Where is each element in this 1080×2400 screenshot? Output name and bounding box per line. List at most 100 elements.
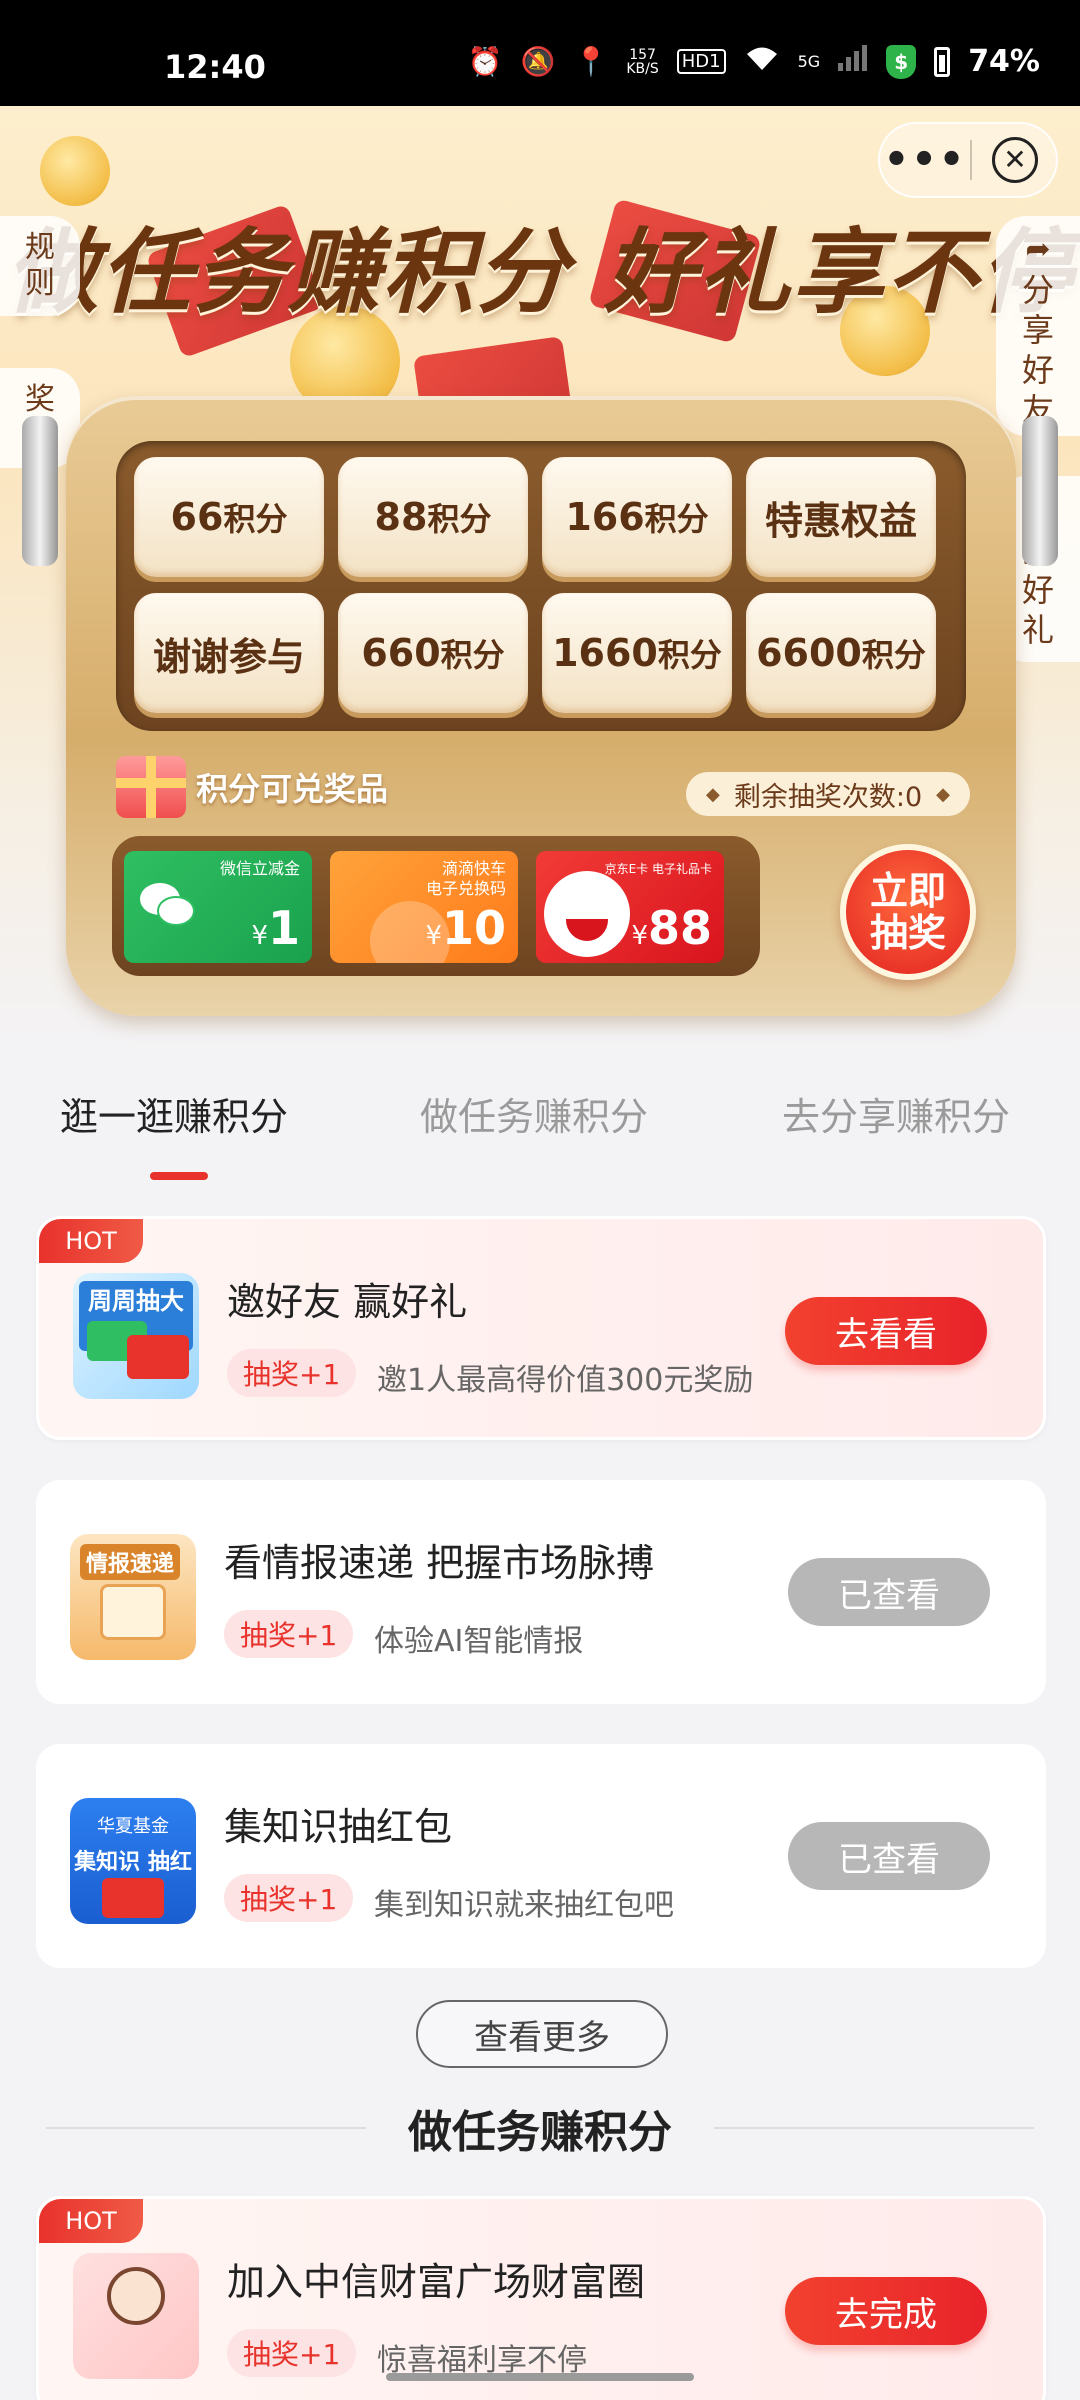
image-decoration xyxy=(107,2267,165,2325)
tab-active-indicator xyxy=(150,1172,208,1180)
coin-decoration xyxy=(40,136,110,206)
net-speed: 157 KB/S xyxy=(626,48,658,76)
remaining-draws-text: 剩余抽奖次数:0 xyxy=(733,781,923,813)
battery-percent: 74% xyxy=(968,44,1040,79)
wifi-icon xyxy=(744,44,780,79)
jd-mascot-icon xyxy=(544,871,630,957)
draw-bonus-tag: 抽奖+1 xyxy=(227,2329,357,2377)
machine-knob-left xyxy=(22,416,58,566)
tab-tasks[interactable]: 做任务赚积分 xyxy=(420,1086,648,1141)
close-icon[interactable]: ✕ xyxy=(992,137,1038,183)
task-title: 邀好友 赢好礼 xyxy=(227,1280,468,1324)
image-caption: 华夏基金 xyxy=(97,1816,169,1837)
task-title: 加入中信财富广场财富圈 xyxy=(227,2260,646,2304)
prize-cell-unit: 积分 xyxy=(644,500,709,538)
share-friends-label: 分享好友 xyxy=(1021,271,1054,429)
hot-badge: HOT xyxy=(39,1219,143,1263)
redeem-row[interactable]: 积分可兑奖品 xyxy=(116,756,388,818)
image-decoration xyxy=(127,1335,189,1379)
draw-bonus-tag: 抽奖+1 xyxy=(224,1874,354,1922)
signal-5g: 5G xyxy=(797,52,821,71)
viewed-button[interactable]: 已查看 xyxy=(788,1822,990,1890)
share-friends-tab[interactable]: ➦ 分享好友 xyxy=(996,216,1080,436)
task-card: 华夏基金 集知识 抽红包 集知识抽红包 抽奖+1 集到知识就来抽红包吧 已查看 xyxy=(36,1744,1046,1968)
section-title: 做任务赚积分 xyxy=(408,2107,672,2158)
task-card: 情报速递 看情报速递 把握市场脉搏 抽奖+1 体验AI智能情报 已查看 xyxy=(36,1480,1046,1704)
net-speed-unit: KB/S xyxy=(626,60,659,77)
alarm-icon: ⏰ xyxy=(467,45,503,78)
prize-amount: 88 xyxy=(647,901,712,955)
view-more-button[interactable]: 查看更多 xyxy=(416,2000,668,2068)
prize-cell-value: 6600 xyxy=(756,631,862,675)
tab-share[interactable]: 去分享赚积分 xyxy=(782,1086,1010,1141)
task-description: 体验AI智能情报 xyxy=(374,1624,584,1659)
prize-amount: 10 xyxy=(441,901,506,955)
task-card: HOT 加入中信财富广场财富圈 抽奖+1 惊喜福利享不停 去完成 xyxy=(36,2196,1046,2400)
prize-cell: 660 积分 xyxy=(338,593,528,713)
prize-cell-value: 谢谢参与 xyxy=(152,634,305,679)
bolt-icon: ◆ xyxy=(936,783,950,805)
hero-banner: 做任务赚积分 好礼享不停 ••• ✕ 规则 奖品 ➦ 分享好友 兑换好礼 66积… xyxy=(0,106,1080,1066)
prize-cell: 66 积分 xyxy=(134,457,324,577)
prize-cell: 1660 积分 xyxy=(542,593,732,713)
currency-symbol: ¥ xyxy=(631,921,648,951)
status-time: 12:40 xyxy=(164,48,266,86)
task-card: HOT 周周抽大奖 邀好友 赢好礼 抽奖+1 邀1人最高得价值300元奖励 去看… xyxy=(36,1216,1046,1440)
go-complete-button[interactable]: 去完成 xyxy=(785,2277,987,2345)
prize-card-title: 京东E卡 电子礼品卡 xyxy=(604,862,712,876)
home-indicator[interactable] xyxy=(386,2373,694,2381)
battery-icon xyxy=(934,46,951,77)
prize-cell-value: 1660 xyxy=(552,631,658,675)
security-shield-icon: $ xyxy=(886,44,917,79)
mini-program-capsule: ••• ✕ xyxy=(878,122,1058,198)
wechat-voucher-card[interactable]: 微信立减金 ¥1 xyxy=(124,851,312,963)
weekly-draw-image: 周周抽大奖 xyxy=(73,1273,199,1399)
prize-cell: 6600 积分 xyxy=(746,593,936,713)
tab-browse[interactable]: 逛一逛赚积分 xyxy=(60,1086,288,1141)
image-decoration xyxy=(102,1878,164,1918)
capsule-divider xyxy=(970,140,972,180)
rules-tab[interactable]: 规则 xyxy=(0,216,80,316)
prize-card-value: ¥10 xyxy=(425,901,506,955)
prize-grid: 66 积分 88 积分 166 积分 特惠权益 谢谢参与 660 积分 1660 积分 6… xyxy=(134,457,936,713)
prize-cell-unit: 积分 xyxy=(223,500,288,538)
task-tabs: 逛一逛赚积分 做任务赚积分 去分享赚积分 xyxy=(0,1072,1080,1182)
draw-now-button[interactable]: 立即 抽奖 xyxy=(840,844,976,980)
redeem-label: 积分可兑奖品 xyxy=(196,770,389,808)
prize-showcase: 微信立减金 ¥1 滴滴快车 电子兑换码 ¥10 京东E卡 电子礼品卡 ¥88 xyxy=(112,836,760,976)
prize-cell-value: 660 xyxy=(361,631,441,675)
prize-cell-value: 166 xyxy=(565,495,645,539)
go-view-button[interactable]: 去看看 xyxy=(785,1297,987,1365)
currency-symbol: ¥ xyxy=(425,921,442,951)
share-icon: ➦ xyxy=(1025,232,1051,267)
prize-cell-value: 66 xyxy=(170,495,224,539)
draw-bonus-tag: 抽奖+1 xyxy=(227,1349,357,1397)
prize-cell: 166 积分 xyxy=(542,457,732,577)
prize-cell-value: 88 xyxy=(374,495,428,539)
gift-icon xyxy=(116,756,186,818)
rules-label: 规则 xyxy=(25,230,55,301)
draw-bonus-tag: 抽奖+1 xyxy=(224,1610,354,1658)
wealth-circle-image xyxy=(73,2253,199,2379)
prize-cell-unit: 积分 xyxy=(657,636,722,674)
status-bar: 12:40 ⏰ 🔕 📍 157 KB/S HD1 5G $ 74% xyxy=(0,0,1080,106)
task-title: 看情报速递 把握市场脉搏 xyxy=(224,1541,655,1585)
intel-express-image: 情报速递 xyxy=(70,1534,196,1660)
viewed-button[interactable]: 已查看 xyxy=(788,1558,990,1626)
prize-card-title: 微信立减金 xyxy=(219,859,300,878)
location-icon: 📍 xyxy=(573,45,609,78)
prize-grid-panel: 66 积分 88 积分 166 积分 特惠权益 谢谢参与 660 积分 1660 积分 6… xyxy=(116,441,966,731)
jd-card[interactable]: 京东E卡 电子礼品卡 ¥88 xyxy=(536,851,724,963)
more-options-button[interactable]: ••• xyxy=(880,140,970,180)
prize-card-value: ¥1 xyxy=(251,901,300,955)
image-decoration xyxy=(100,1584,166,1640)
prize-cell: 特惠权益 xyxy=(746,457,936,577)
didi-voucher-card[interactable]: 滴滴快车 电子兑换码 ¥10 xyxy=(330,851,518,963)
lottery-machine: 66 积分 88 积分 166 积分 特惠权益 谢谢参与 660 积分 1660 积分 6… xyxy=(66,396,1016,1016)
signal-icon xyxy=(838,45,868,78)
prize-cell: 88 积分 xyxy=(338,457,528,577)
prize-card-value: ¥88 xyxy=(631,901,712,955)
status-icons: ⏰ 🔕 📍 157 KB/S HD1 5G $ 74% xyxy=(468,44,1040,79)
task-title: 集知识抽红包 xyxy=(224,1805,453,1849)
remaining-draws: ◆ 剩余抽奖次数:0 ◆ xyxy=(686,772,970,816)
